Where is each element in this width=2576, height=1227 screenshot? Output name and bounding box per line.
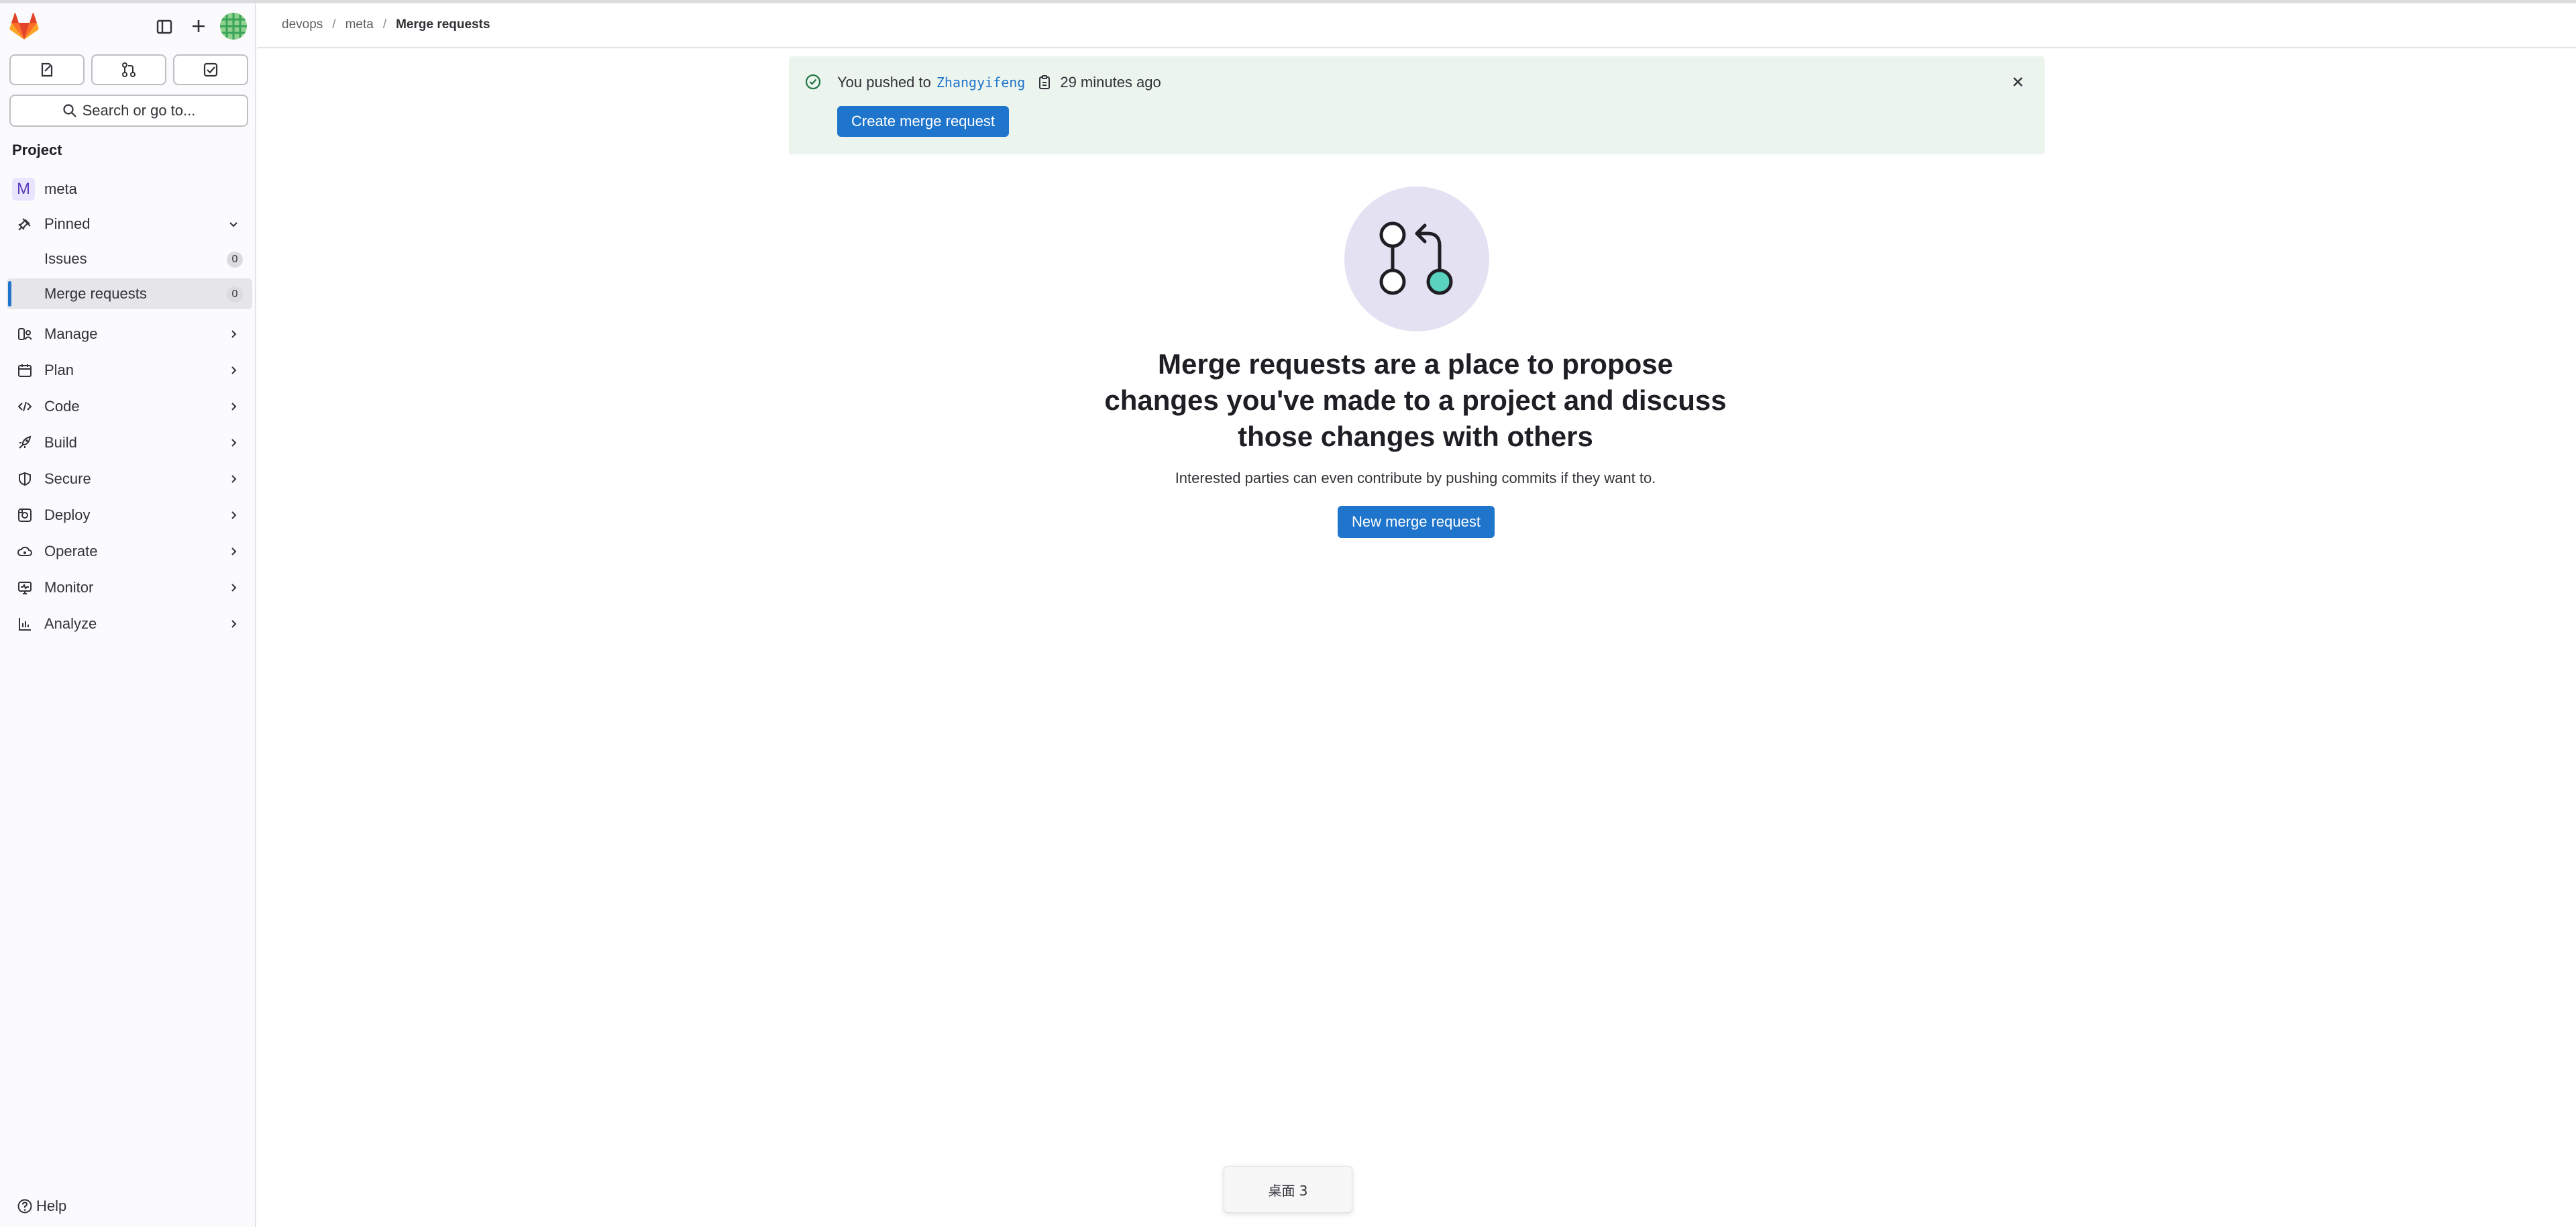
sidebar-item-label: Monitor xyxy=(44,579,94,596)
sidebar-item-secure[interactable]: Secure xyxy=(7,464,252,494)
check-circle-icon xyxy=(805,74,821,90)
project-avatar: M xyxy=(12,178,35,201)
code-icon xyxy=(15,396,35,417)
sidebar-item-label: Code xyxy=(44,398,80,415)
breadcrumb-item-project[interactable]: meta xyxy=(345,17,374,32)
chevron-right-icon xyxy=(231,330,237,338)
shield-icon xyxy=(15,469,35,489)
pin-icon xyxy=(15,214,35,234)
chevron-right-icon xyxy=(231,620,237,628)
sidebar-item-code[interactable]: Code xyxy=(7,391,252,422)
chevron-right-icon xyxy=(231,475,237,483)
chevron-right-icon xyxy=(231,511,237,519)
chart-icon xyxy=(15,614,35,634)
breadcrumb-item-current[interactable]: Merge requests xyxy=(396,17,490,32)
breadcrumb-separator: / xyxy=(332,17,336,32)
create-merge-request-button[interactable]: Create merge request xyxy=(837,106,1009,137)
sidebar-item-issues[interactable]: Issues 0 xyxy=(7,244,252,274)
sidebar-top xyxy=(0,3,255,49)
merge-requests-count-badge: 0 xyxy=(227,286,243,303)
sidebar-item-deploy[interactable]: Deploy xyxy=(7,500,252,531)
push-time: 29 minutes ago xyxy=(1060,74,1161,91)
sidebar-item-label: Plan xyxy=(44,362,74,378)
sidebar-item-label: Secure xyxy=(44,470,91,487)
help-icon xyxy=(17,1199,32,1214)
sidebar-item-analyze[interactable]: Analyze xyxy=(7,608,252,639)
branch-link[interactable]: Zhangyifeng xyxy=(936,74,1025,91)
assigned-issues-button[interactable] xyxy=(9,54,85,85)
breadcrumb-separator: / xyxy=(382,17,387,32)
sidebar-item-merge-requests[interactable]: Merge requests 0 xyxy=(7,278,252,309)
workspace-indicator: 桌面 3 xyxy=(1224,1166,1352,1213)
cloud-icon xyxy=(15,541,35,562)
close-icon[interactable] xyxy=(2008,72,2027,91)
chevron-right-icon xyxy=(231,439,237,447)
sidebar-item-build[interactable]: Build xyxy=(7,427,252,458)
gitlab-logo-icon[interactable] xyxy=(9,13,39,41)
push-alert: You pushed to Zhangyifeng 29 minutes ago… xyxy=(789,56,2045,154)
sidebar-item-plan[interactable]: Plan xyxy=(7,355,252,386)
monitor-icon xyxy=(15,578,35,598)
sidebar-item-manage[interactable]: Manage xyxy=(7,319,252,350)
help-label: Help xyxy=(36,1197,67,1214)
project-name: meta xyxy=(44,180,77,197)
rocket-icon xyxy=(15,433,35,453)
help-button[interactable]: Help xyxy=(16,1197,66,1215)
search-button[interactable]: Search or go to... xyxy=(9,95,248,127)
user-avatar[interactable] xyxy=(220,13,247,40)
breadcrumb: devops / meta / Merge requests xyxy=(282,17,490,32)
empty-state-title: Merge requests are a place to propose ch… xyxy=(1104,348,1727,452)
avatar-pattern-icon xyxy=(220,13,247,40)
sidebar-item-label: Analyze xyxy=(44,615,97,632)
chevron-right-icon xyxy=(231,584,237,592)
sidebar-item-label: Issues xyxy=(44,250,87,267)
pinned-label: Pinned xyxy=(44,215,91,232)
deploy-icon xyxy=(15,505,35,525)
chevron-right-icon xyxy=(231,547,237,555)
sidebar-item-label: Deploy xyxy=(44,506,91,523)
top-bar: devops / meta / Merge requests xyxy=(258,3,2576,48)
search-icon xyxy=(63,104,76,117)
create-new-icon[interactable] xyxy=(186,14,211,38)
sidebar-item-label: Build xyxy=(44,434,77,451)
sidebar-item-label: Operate xyxy=(44,543,98,559)
sidebar-item-label: Manage xyxy=(44,325,98,342)
chevron-right-icon xyxy=(231,366,237,374)
empty-state-description: Interested parties can even contribute b… xyxy=(1175,470,1656,486)
copy-clipboard-icon[interactable] xyxy=(1036,74,1053,91)
sidebar-project-link[interactable]: M meta xyxy=(7,174,252,205)
merge-request-icon xyxy=(122,62,136,77)
manage-icon xyxy=(15,324,35,344)
issues-icon xyxy=(41,62,53,77)
sidebar: Search or go to... Project M meta Pinned… xyxy=(0,3,256,1227)
new-merge-request-button[interactable]: New merge request xyxy=(1338,506,1495,538)
sidebar-item-label: Merge requests xyxy=(44,285,147,302)
sidebar-heading: Project xyxy=(12,142,62,158)
sidebar-item-monitor[interactable]: Monitor xyxy=(7,572,252,603)
sidebar-toggle-icon[interactable] xyxy=(153,15,176,38)
merge-requests-quick-button[interactable] xyxy=(91,54,166,85)
sidebar-item-operate[interactable]: Operate xyxy=(7,536,252,567)
chevron-right-icon xyxy=(231,403,237,411)
issues-count-badge: 0 xyxy=(227,252,243,268)
todo-icon xyxy=(203,62,218,77)
merge-request-illustration-icon xyxy=(1344,186,1489,331)
search-label: Search or go to... xyxy=(82,102,196,119)
breadcrumb-item-group[interactable]: devops xyxy=(282,17,323,32)
todo-list-button[interactable] xyxy=(173,54,248,85)
push-alert-prefix: You pushed to xyxy=(837,74,931,91)
plan-icon xyxy=(15,360,35,380)
quick-actions xyxy=(9,54,248,88)
push-alert-message: You pushed to Zhangyifeng 29 minutes ago xyxy=(837,74,1161,91)
pinned-section-toggle[interactable]: Pinned xyxy=(7,209,252,239)
chevron-down-icon xyxy=(229,222,237,227)
